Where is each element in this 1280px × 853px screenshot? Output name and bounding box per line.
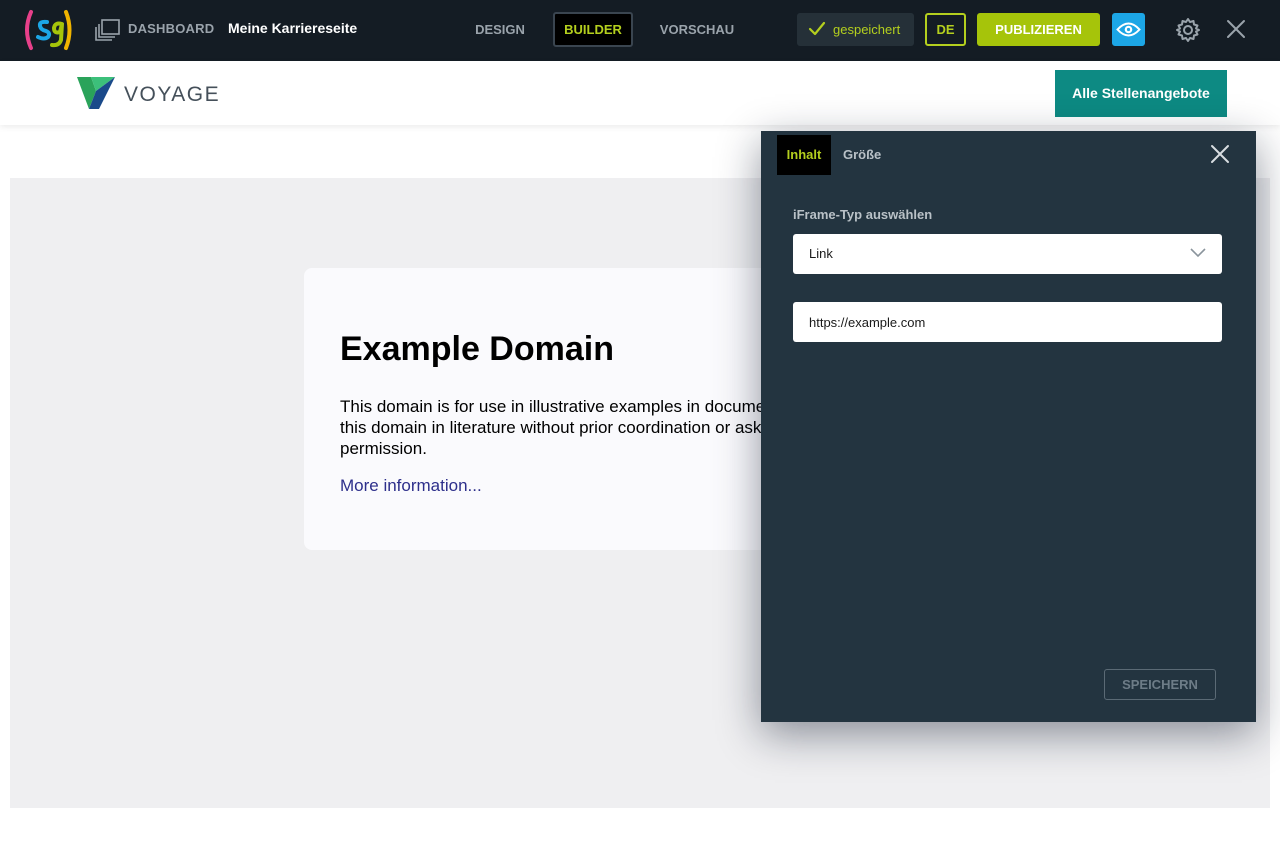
app-toolbar: DASHBOARD Meine Karriereseite DESIGN BUI…: [0, 0, 1280, 61]
close-icon[interactable]: [1225, 18, 1247, 40]
close-icon[interactable]: [1210, 144, 1230, 164]
url-input[interactable]: [793, 302, 1222, 342]
publish-button[interactable]: PUBLIZIEREN: [977, 13, 1100, 46]
example-title: Example Domain: [340, 330, 614, 368]
sg-logo[interactable]: [22, 9, 74, 51]
preview-button[interactable]: [1112, 13, 1145, 46]
language-button[interactable]: DE: [925, 13, 966, 46]
tab-design[interactable]: DESIGN: [466, 12, 534, 47]
iframe-type-label: iFrame-Typ auswählen: [793, 207, 933, 222]
checkmark-icon: [808, 21, 826, 36]
iframe-type-select[interactable]: Link: [793, 234, 1222, 274]
windows-stack-icon[interactable]: [95, 18, 121, 42]
tab-content[interactable]: Inhalt: [777, 135, 831, 175]
all-jobs-button[interactable]: Alle Stellenangebote: [1055, 70, 1227, 117]
chevron-down-icon: [1190, 248, 1206, 258]
iframe-type-value: Link: [809, 246, 833, 261]
saved-status: gespeichert: [797, 13, 914, 46]
site-name: Meine Karriereseite: [228, 20, 358, 36]
saved-label: gespeichert: [833, 22, 901, 37]
more-information-link[interactable]: More information...: [340, 476, 482, 496]
eye-icon: [1116, 22, 1141, 37]
dashboard-link[interactable]: DASHBOARD: [128, 21, 214, 36]
iframe-settings-dialog: Inhalt Größe iFrame-Typ auswählen Link S…: [761, 131, 1256, 722]
site-header: VOYAGE Alle Stellenangebote: [0, 61, 1280, 125]
brand-name: VOYAGE: [124, 83, 221, 106]
voyage-logo-icon: [77, 77, 115, 109]
tab-preview[interactable]: VORSCHAU: [652, 12, 742, 47]
tab-size[interactable]: Größe: [843, 135, 881, 175]
tab-builder[interactable]: BUILDER: [553, 12, 633, 47]
save-button[interactable]: SPEICHERN: [1104, 669, 1216, 700]
gear-icon[interactable]: [1174, 16, 1202, 44]
